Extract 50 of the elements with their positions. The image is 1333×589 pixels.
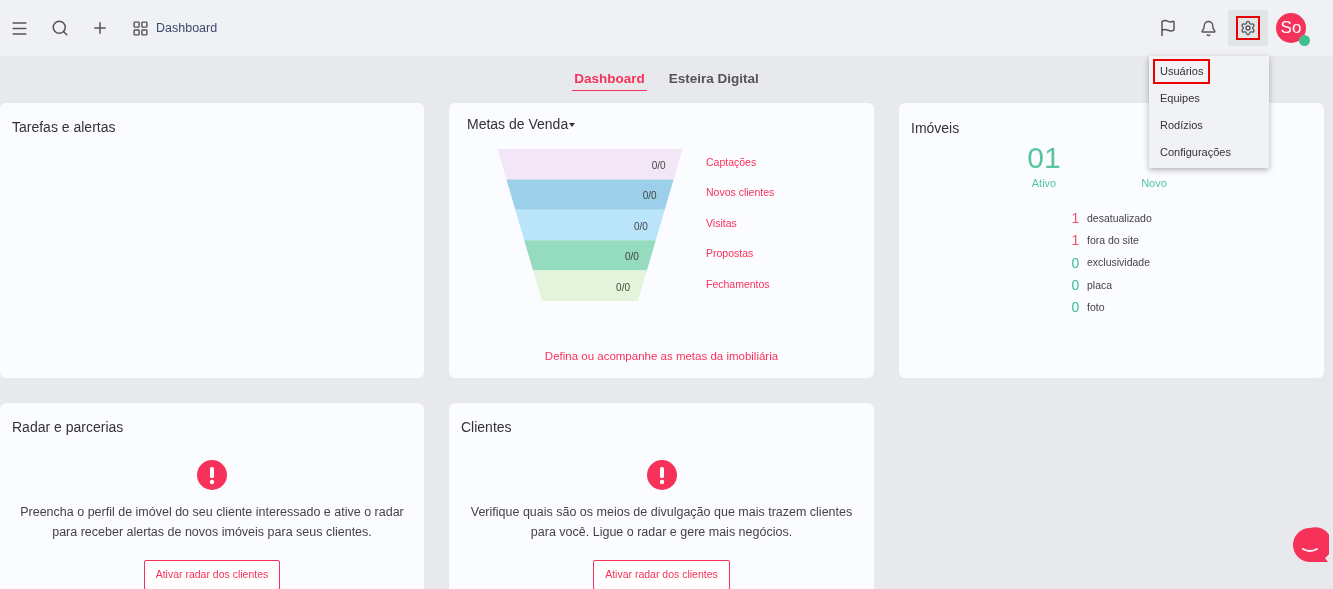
stage-value: 0/0 xyxy=(633,220,648,232)
stage-label: Visitas xyxy=(706,216,737,229)
message-text: Preencha o perfil de imóvel do seu cliente interessado e ative o radar para receber alertas de novos imóveis para seus clientes. xyxy=(19,504,405,541)
stat-label: Novo xyxy=(1141,176,1167,191)
notifications-icon[interactable] xyxy=(1200,19,1217,37)
stage-label: Propostas xyxy=(706,247,754,260)
breadcrumb-link[interactable]: Dashboard xyxy=(156,18,218,38)
count-label: fora do site xyxy=(1087,233,1139,249)
goals-link[interactable]: Defina ou acompanhe as metas da imobiliária xyxy=(544,347,779,365)
card-title: Tarefas e alertas xyxy=(12,118,117,137)
search-icon[interactable] xyxy=(51,19,69,37)
count-label: placa xyxy=(1087,277,1113,293)
stat-label: Ativo xyxy=(1031,176,1057,191)
settings-button[interactable] xyxy=(1228,10,1268,46)
activate-radar-button[interactable]: Ativar radar dos clientes xyxy=(593,560,730,589)
caret-icon xyxy=(569,122,576,127)
settings-icon xyxy=(1240,20,1256,36)
stage-value: 0/0 xyxy=(651,160,666,171)
stat-value: 01 xyxy=(1027,141,1061,175)
stage-label: Captações xyxy=(706,156,757,168)
count-value: 1 xyxy=(1070,209,1081,229)
add-icon[interactable] xyxy=(91,19,109,37)
stage-value: 0/0 xyxy=(642,190,657,202)
count-value: 0 xyxy=(1070,298,1081,318)
count-value: 1 xyxy=(1070,231,1081,251)
activate-radar-button[interactable]: Ativar radar dos clientes xyxy=(143,560,281,589)
grid-icon[interactable] xyxy=(132,19,149,37)
count-label: exclusividade xyxy=(1087,255,1151,271)
card-title: Imóveis xyxy=(911,119,960,138)
count-label: foto xyxy=(1087,299,1105,315)
stage-value: 0/0 xyxy=(616,281,630,293)
stage-label: Fechamentos xyxy=(706,277,770,290)
goals-dropdown[interactable]: Metas de Venda xyxy=(467,114,576,135)
tab[interactable]: Esteira Digital xyxy=(666,68,761,91)
alert-icon xyxy=(197,460,227,490)
alert-icon xyxy=(646,460,677,490)
count-label: desatualizado xyxy=(1087,210,1152,226)
flag-icon[interactable] xyxy=(1159,19,1177,37)
menu-item[interactable]: Configurações xyxy=(1153,140,1238,165)
stage-label: Novos clientes xyxy=(706,186,775,199)
card-title: Radar e parcerias xyxy=(12,418,125,437)
menu-item[interactable]: Rodízios xyxy=(1153,113,1210,138)
count-value: 0 xyxy=(1070,253,1081,273)
menu-item[interactable]: Equipes xyxy=(1153,86,1207,111)
message-text: Verifique quais são os meios de divulgação que mais trazem clientes para você. Ligue o radar e gere mais negócios. xyxy=(469,504,854,541)
card-title: Clientes xyxy=(461,418,513,437)
count-value: 0 xyxy=(1070,276,1081,296)
menu-item[interactable]: Usuários xyxy=(1153,59,1211,84)
stage-value: 0/0 xyxy=(625,251,639,263)
chat-icon[interactable] xyxy=(1292,527,1329,563)
